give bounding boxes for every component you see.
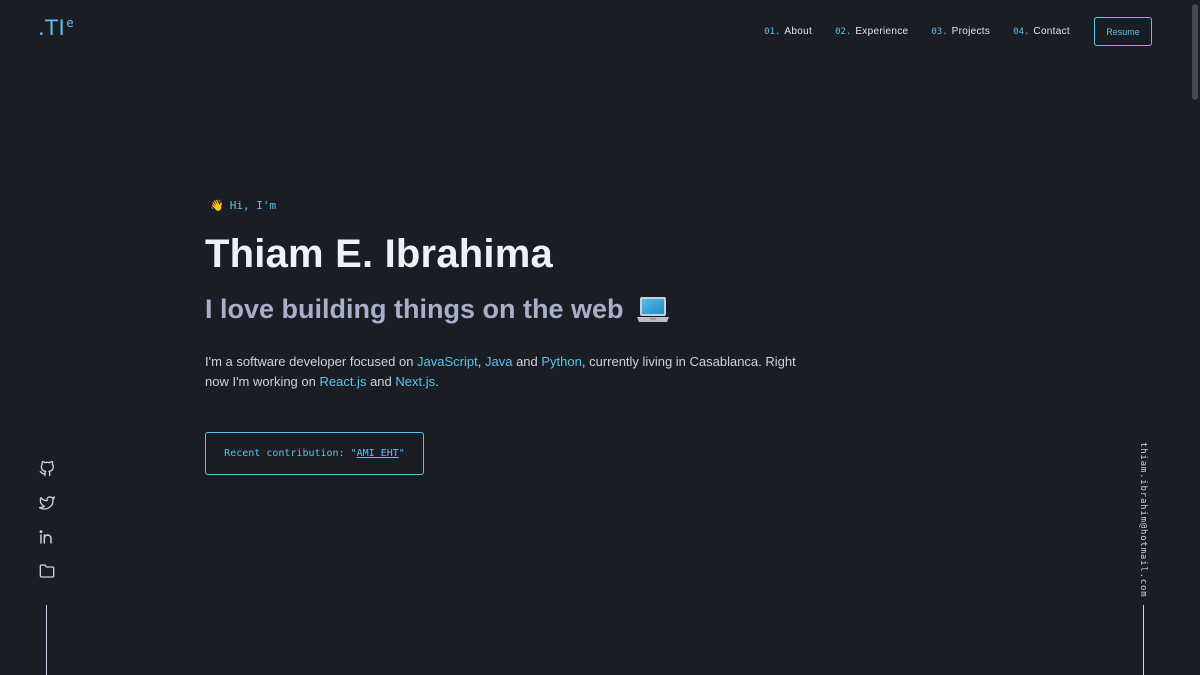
page: .TIe 01. About 02. Experience 03. Projec…	[0, 0, 1200, 675]
wave-emoji: 👋	[210, 199, 224, 212]
skill-javascript: JavaScript	[417, 354, 478, 369]
nav-item-projects[interactable]: 03. Projects	[931, 26, 990, 37]
folder-icon[interactable]	[38, 562, 56, 580]
scrollbar[interactable]	[1190, 0, 1200, 675]
nav-item-number: 03.	[931, 27, 948, 37]
nav-item-label: About	[784, 26, 813, 37]
logo-sup: e	[66, 16, 75, 30]
contribution-prefix: Recent contribution: "	[224, 448, 357, 459]
nav-item-number: 04.	[1013, 27, 1030, 37]
contribution-link[interactable]: AMI EHT	[357, 448, 399, 459]
github-icon[interactable]	[38, 460, 56, 478]
nav-item-number: 01.	[764, 27, 781, 37]
nav-item-label: Experience	[855, 26, 909, 37]
skill-java: Java	[484, 354, 513, 369]
contribution-suffix: "	[398, 448, 405, 459]
desc-text: .	[435, 374, 439, 389]
laptop-icon	[636, 295, 670, 325]
tagline-text: I love building things on the web	[205, 294, 624, 324]
email-link[interactable]: thiam.ibrahim@hotmail.com	[1138, 442, 1148, 597]
nav-item-label: Contact	[1033, 26, 1070, 37]
desc-text: and	[512, 354, 542, 369]
top-nav: 01. About 02. Experience 03. Projects 04…	[741, 17, 1152, 46]
logo[interactable]: .TIe	[38, 16, 74, 40]
resume-button[interactable]: Resume	[1094, 17, 1152, 46]
left-divider-line	[46, 605, 47, 675]
logo-text: .TI	[38, 16, 66, 40]
nav-item-about[interactable]: 01. About	[764, 26, 812, 37]
nav-item-experience[interactable]: 02. Experience	[835, 26, 908, 37]
linkedin-icon[interactable]	[38, 528, 56, 546]
desc-text: ,	[477, 354, 485, 369]
twitter-icon[interactable]	[38, 494, 56, 512]
skill-next: Next.js	[395, 374, 436, 389]
recent-contribution-button[interactable]: Recent contribution: " AMI EHT "	[205, 432, 424, 475]
desc-text: I'm a software developer focused on	[205, 354, 418, 369]
hero-tagline: I love building things on the web	[205, 294, 670, 325]
nav-item-label: Projects	[951, 26, 991, 37]
desc-text: and	[366, 374, 396, 389]
skill-react: React.js	[319, 374, 367, 389]
right-divider-line	[1143, 605, 1144, 675]
hero-name: Thiam E. Ibrahima	[205, 232, 553, 276]
hero-description: I'm a software developer focused on Java…	[205, 352, 805, 392]
skill-python: Python	[541, 354, 582, 369]
greeting-text: Hi, I'm	[229, 199, 277, 212]
nav-item-contact[interactable]: 04. Contact	[1013, 26, 1070, 37]
nav-item-number: 02.	[835, 27, 852, 37]
social-links	[38, 460, 56, 596]
scrollbar-thumb[interactable]	[1192, 4, 1198, 100]
greeting: 👋 Hi, I'm	[210, 199, 276, 212]
